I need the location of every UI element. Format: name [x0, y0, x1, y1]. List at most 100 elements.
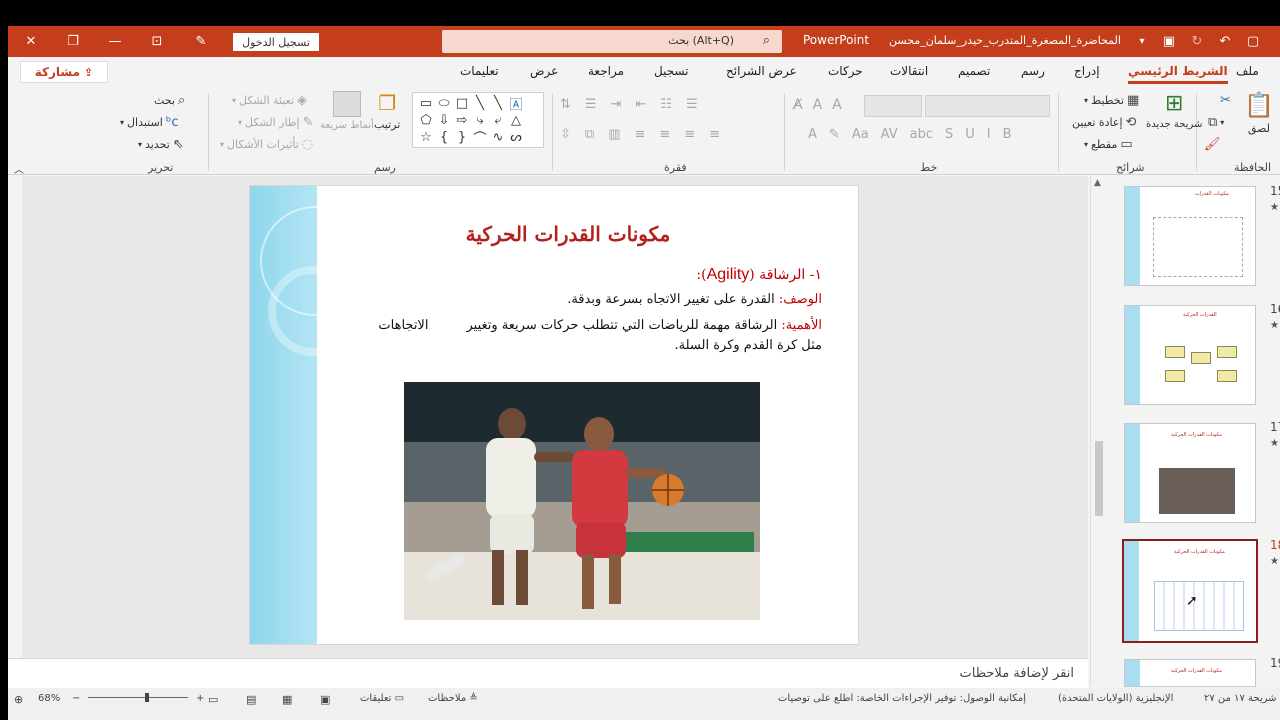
indent-icon[interactable]: ⇥ [611, 97, 622, 112]
strikethrough-icon[interactable]: abc [910, 127, 933, 142]
scroll-thumb[interactable] [1095, 441, 1103, 516]
tab-design[interactable]: تصميم [958, 64, 990, 78]
font-name-box[interactable] [925, 95, 1050, 117]
normal-view-icon[interactable]: ▣ [320, 693, 330, 706]
shape-outline-button[interactable]: ▾ إطار الشكل ✎ [238, 115, 314, 130]
line-spacing-icon[interactable]: ☰ [585, 97, 597, 112]
find-button[interactable]: بحث ⌕ [154, 93, 185, 108]
left-scrollbar[interactable] [8, 176, 22, 656]
pen-icon[interactable]: ✎ [186, 26, 216, 57]
brace-shape-icon[interactable]: { [435, 129, 453, 146]
align-text-icon[interactable]: ⇳ [560, 127, 571, 142]
language-status[interactable]: الإنجليزية (الولايات المتحدة) [1058, 693, 1173, 704]
thumbnails-scrollbar[interactable]: ▲ [1090, 176, 1106, 686]
slide-thumbnail[interactable]: مكونات القدرات الحركية [1124, 659, 1256, 687]
quick-styles-button[interactable]: أنماط سريعة [320, 91, 374, 131]
zoom-slider-thumb[interactable] [145, 693, 149, 702]
font-size-controls[interactable]: A̸ A A [793, 97, 842, 113]
tab-review[interactable]: مراجعة [588, 64, 624, 78]
freeform-shape-icon[interactable]: ᔕ [507, 129, 525, 146]
highlight-icon[interactable]: ✎ [829, 127, 840, 142]
justify-icon[interactable]: ≡ [635, 127, 646, 142]
brace-shape-icon[interactable]: } [453, 129, 471, 146]
undo-icon[interactable]: ↶ [1214, 26, 1236, 57]
bold-icon[interactable]: B [1003, 127, 1012, 142]
smartart-icon[interactable]: ⧉ [585, 127, 594, 142]
cut-icon[interactable]: ✂ [1220, 93, 1231, 108]
slide-thumbnail[interactable]: القدرات الحركية [1124, 305, 1256, 405]
zoom-in-icon[interactable]: + [196, 693, 204, 704]
tab-draw[interactable]: رسم [1021, 64, 1045, 78]
line-shape-icon[interactable]: ╲ [489, 95, 507, 112]
slideshow-view-icon[interactable]: ▭ [208, 693, 218, 706]
redo-icon[interactable]: ↻ [1186, 26, 1208, 57]
rectangle-shape-icon[interactable]: ▭ [417, 95, 435, 112]
change-case-icon[interactable]: Aa [852, 127, 869, 142]
align-right-icon[interactable]: ≡ [659, 127, 670, 142]
tab-home[interactable]: الشريط الرئيسي [1128, 64, 1228, 84]
connector-shape-icon[interactable]: ⤷ [471, 112, 489, 129]
collapse-ribbon-icon[interactable]: ︿ [14, 161, 24, 176]
italic-icon[interactable]: I [987, 127, 991, 142]
font-color-icon[interactable]: A [808, 127, 817, 142]
paste-button[interactable]: 📋 لصق [1244, 91, 1274, 135]
slide-thumbnail-selected[interactable]: مكونات القدرات الحركية ➚ [1122, 539, 1258, 643]
present-icon[interactable]: ▣ [1158, 26, 1180, 57]
outdent-icon[interactable]: ⇤ [635, 97, 646, 112]
connector-shape-icon[interactable]: ⤶ [489, 112, 507, 129]
numbering-icon[interactable]: ☷ [660, 97, 672, 112]
sign-in-button[interactable]: تسجيل الدخول [233, 33, 319, 51]
zoom-slider[interactable] [88, 697, 188, 698]
arrow-right-shape-icon[interactable]: ⇨ [453, 112, 471, 129]
textbox-shape-icon[interactable]: 🄰 [507, 95, 525, 113]
tab-record[interactable]: تسجيل [654, 64, 689, 78]
tab-file[interactable]: ملف [1236, 64, 1259, 78]
star-shape-icon[interactable]: ☆ [417, 129, 435, 146]
align-left-icon[interactable]: ≡ [709, 127, 720, 142]
grow-font-icon[interactable]: A [832, 97, 842, 113]
pentagon-shape-icon[interactable]: ⬠ [417, 112, 435, 129]
arc-shape-icon[interactable]: ⌒ [471, 129, 489, 147]
line-shape-icon[interactable]: ╲ [471, 95, 489, 112]
fit-slide-icon[interactable]: ⊕ [14, 693, 23, 706]
zoom-out-icon[interactable]: − [72, 693, 80, 704]
save-icon[interactable]: ▢ [1242, 26, 1264, 57]
copy-icon[interactable]: ⧉ ▾ [1208, 115, 1224, 130]
minimize-icon[interactable]: — [100, 26, 130, 57]
clear-format-icon[interactable]: A̸ [793, 97, 803, 113]
arrow-down-shape-icon[interactable]: ⇩ [435, 112, 453, 129]
current-slide[interactable]: مكونات القدرات الحركية ١- الرشاقة (Agili… [249, 185, 859, 645]
slide-importance[interactable]: الأهمية: الرشاقة مهمة للرياضات التي تتطل… [378, 318, 822, 333]
slide-thumbnail[interactable]: مكونات القدرات الحركية [1124, 423, 1256, 523]
tab-help[interactable]: تعليمات [460, 64, 499, 78]
shape-fill-button[interactable]: ▾ تعبئة الشكل ◈ [232, 93, 307, 108]
close-icon[interactable]: ✕ [16, 26, 46, 57]
shapes-gallery[interactable]: ▭ ⬭ □ ╲ ╲ 🄰 ⬠ ⇩ ⇨ ⤷ ⤶ △ ☆{} ⌒ ∿ ᔕ [412, 92, 544, 148]
font-size-box[interactable] [864, 95, 922, 117]
curve-shape-icon[interactable]: ∿ [489, 129, 507, 146]
ribbon-display-icon[interactable]: ⊡ [142, 26, 172, 57]
bullets-icon[interactable]: ☰ [686, 97, 698, 112]
align-center-icon[interactable]: ≡ [684, 127, 695, 142]
reset-button[interactable]: إعادة تعيين ⟲ [1072, 115, 1136, 130]
slide-title[interactable]: مكونات القدرات الحركية [450, 222, 686, 246]
reading-view-icon[interactable]: ▤ [246, 693, 256, 706]
tab-animations[interactable]: حركات [828, 64, 863, 78]
basketball-photo[interactable] [404, 382, 760, 620]
search-input[interactable]: بحث (Alt+Q) ⌕ [442, 30, 782, 53]
shape-effects-button[interactable]: ▾ تأثيرات الأشكال ◌ [220, 137, 313, 152]
slide-desc[interactable]: الوصف: القدرة على تغيير الاتجاه بسرعة وب… [567, 292, 822, 307]
tab-transitions[interactable]: انتقالات [890, 64, 928, 78]
char-spacing-icon[interactable]: AV [881, 127, 898, 142]
rect-shape-icon[interactable]: □ [453, 95, 471, 112]
section-button[interactable]: ▾ مقطع ▭ [1084, 137, 1133, 152]
format-painter-icon[interactable]: 🖌 [1204, 137, 1221, 152]
new-slide-button[interactable]: ⊞ شريحة جديدة [1146, 91, 1202, 130]
text-direction-icon[interactable]: ⇅ [560, 97, 571, 112]
restore-icon[interactable]: ❐ [58, 26, 88, 57]
triangle-shape-icon[interactable]: △ [507, 112, 525, 129]
oval-shape-icon[interactable]: ⬭ [435, 95, 453, 112]
slide-importance-2[interactable]: مثل كرة القدم وكرة السلة. [675, 338, 822, 353]
sorter-view-icon[interactable]: ▦ [282, 693, 292, 706]
customize-qat-icon[interactable]: ▾ [1132, 26, 1152, 57]
